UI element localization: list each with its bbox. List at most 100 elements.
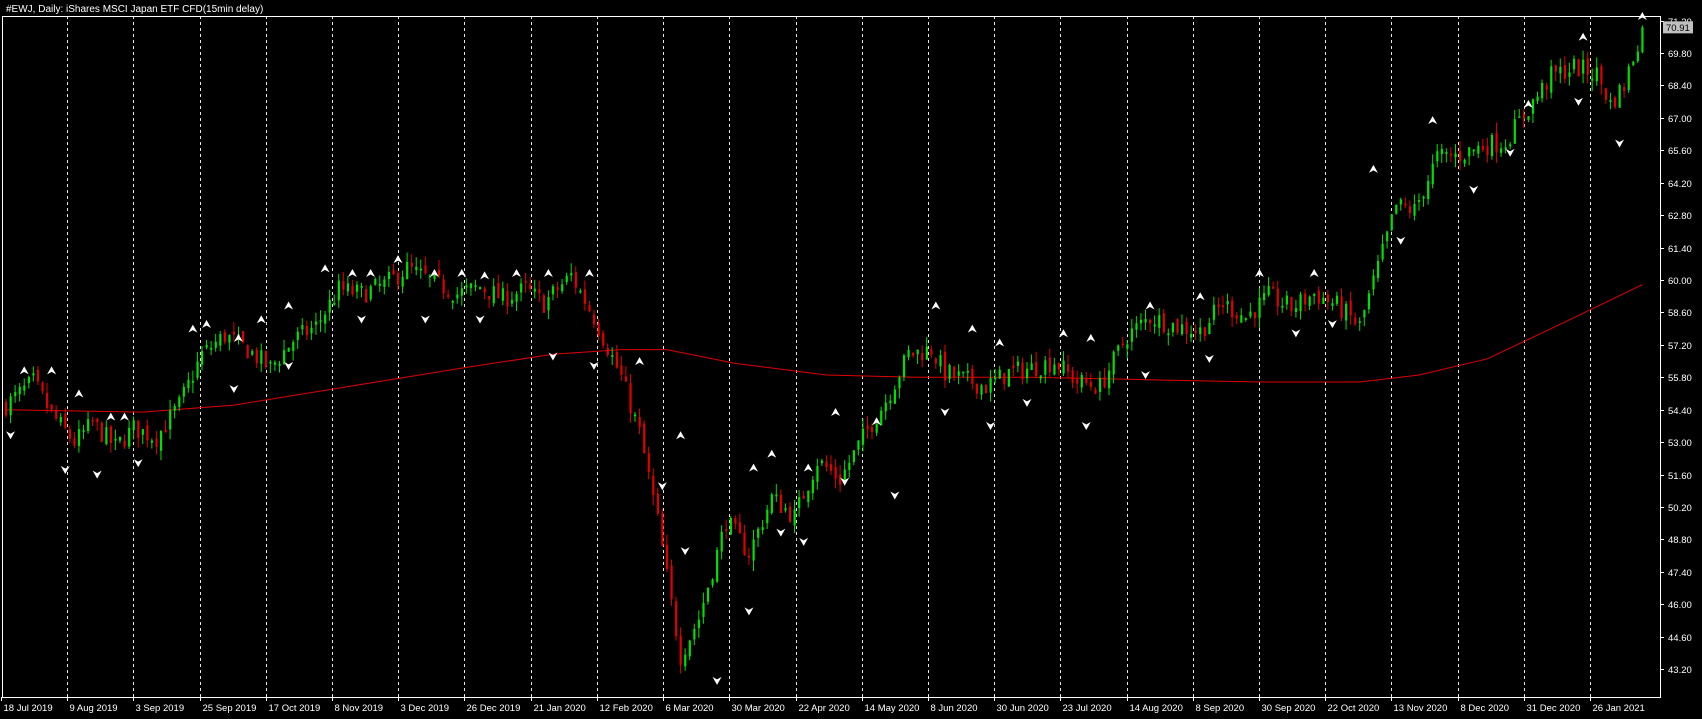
candle-body (141, 429, 144, 435)
candle-body (934, 358, 938, 364)
candle-body (1281, 305, 1284, 308)
candle-body (520, 283, 523, 293)
candle-body (1076, 379, 1079, 384)
candle-body (679, 635, 682, 665)
y-tick-label: 46.00 (1668, 600, 1692, 611)
candle-body (994, 377, 997, 380)
x-tick-label: 8 Sep 2020 (1196, 703, 1245, 714)
candle-body (1390, 214, 1393, 231)
candle-body (501, 288, 505, 301)
fractal-down-arrow (776, 528, 786, 537)
candle-body (798, 497, 801, 509)
fractal-up-arrow (995, 338, 1005, 347)
candle-body (9, 396, 12, 416)
y-tick-label: 61.40 (1668, 244, 1692, 255)
x-tick-label: 13 Nov 2020 (1394, 703, 1448, 714)
candle-body (91, 420, 94, 422)
candle-body (716, 549, 719, 582)
candle-body (675, 601, 678, 637)
candle-body (109, 426, 113, 444)
plot-frame (2, 16, 1661, 698)
candle-body (1094, 389, 1097, 394)
fractal-up-arrow (967, 324, 977, 333)
candle-body (962, 371, 965, 374)
candle-body (1317, 290, 1320, 304)
candle-body (182, 386, 185, 397)
x-tick-label: 26 Dec 2019 (467, 703, 521, 714)
candle-body (1203, 327, 1206, 336)
grid-lines (67, 16, 1591, 697)
candle-body (1495, 133, 1498, 153)
fractal-up-arrow (767, 449, 777, 458)
fractal-up-arrow (584, 269, 594, 278)
candle-body (542, 295, 546, 313)
candle-body (875, 423, 878, 433)
candle-body (898, 377, 901, 389)
candle-body (1618, 85, 1621, 108)
candle-body (451, 300, 454, 303)
fractal-up-arrow (393, 255, 403, 264)
candle-body (1098, 377, 1102, 392)
candle-body (524, 280, 527, 283)
candle-body (1513, 119, 1516, 144)
candle-body (292, 342, 295, 351)
candle-body (711, 579, 714, 586)
candle-body (1185, 321, 1188, 334)
candle-body (55, 409, 58, 419)
chart-window: 71.2069.8068.4067.0065.6064.2062.8061.40… (0, 0, 1702, 719)
candle-body (1636, 51, 1639, 62)
candle-body (32, 373, 35, 376)
candles-layer (5, 25, 1644, 674)
candle-body (1016, 361, 1020, 366)
candle-body (1249, 311, 1252, 317)
candle-body (479, 287, 482, 289)
candle-body (1586, 58, 1589, 75)
fractal-up-arrow (19, 366, 29, 375)
candle-body (255, 349, 258, 364)
candle-body (957, 371, 960, 376)
candle-body (360, 286, 363, 288)
candle-body (415, 266, 418, 271)
price-chart[interactable]: 71.2069.8068.4067.0065.6064.2062.8061.40… (0, 0, 1702, 719)
candle-body (871, 427, 874, 433)
candle-body (734, 518, 737, 524)
candle-body (1623, 87, 1626, 92)
candle-body (743, 532, 746, 555)
candle-body (848, 462, 851, 470)
x-tick-label: 30 Jun 2020 (997, 703, 1049, 714)
candle-body (738, 522, 742, 534)
fractal-up-arrow (931, 301, 941, 310)
candle-body (155, 438, 158, 447)
candle-body (1413, 204, 1416, 216)
fractal-down-arrow (799, 537, 809, 546)
candle-body (1345, 303, 1348, 321)
candle-body (442, 279, 445, 294)
candle-body (1199, 327, 1202, 335)
x-tick-label: 18 Jul 2019 (4, 703, 53, 714)
candle-body (766, 509, 769, 524)
fractal-down-arrow (1327, 320, 1337, 329)
candle-body (816, 466, 819, 482)
candle-body (1431, 163, 1434, 185)
candle-body (1408, 206, 1412, 214)
candle-body (948, 365, 951, 379)
candle-body (1253, 312, 1257, 319)
candle-body (784, 508, 787, 511)
candle-body (1322, 297, 1325, 304)
candle-body (1126, 344, 1129, 349)
candle-body (301, 325, 304, 330)
candle-body (912, 352, 915, 356)
candle-body (419, 268, 422, 271)
candle-body (643, 423, 646, 454)
candle-body (456, 294, 459, 299)
candle-body (355, 284, 359, 292)
candle-body (210, 347, 213, 350)
candle-body (597, 323, 600, 336)
candle-body (169, 410, 172, 430)
x-tick-label: 8 Dec 2020 (1461, 703, 1510, 714)
candle-body (87, 419, 90, 431)
candle-body (1518, 116, 1521, 118)
candle-body (128, 427, 131, 447)
candle-body (1372, 275, 1375, 290)
candle-body (1071, 370, 1074, 383)
